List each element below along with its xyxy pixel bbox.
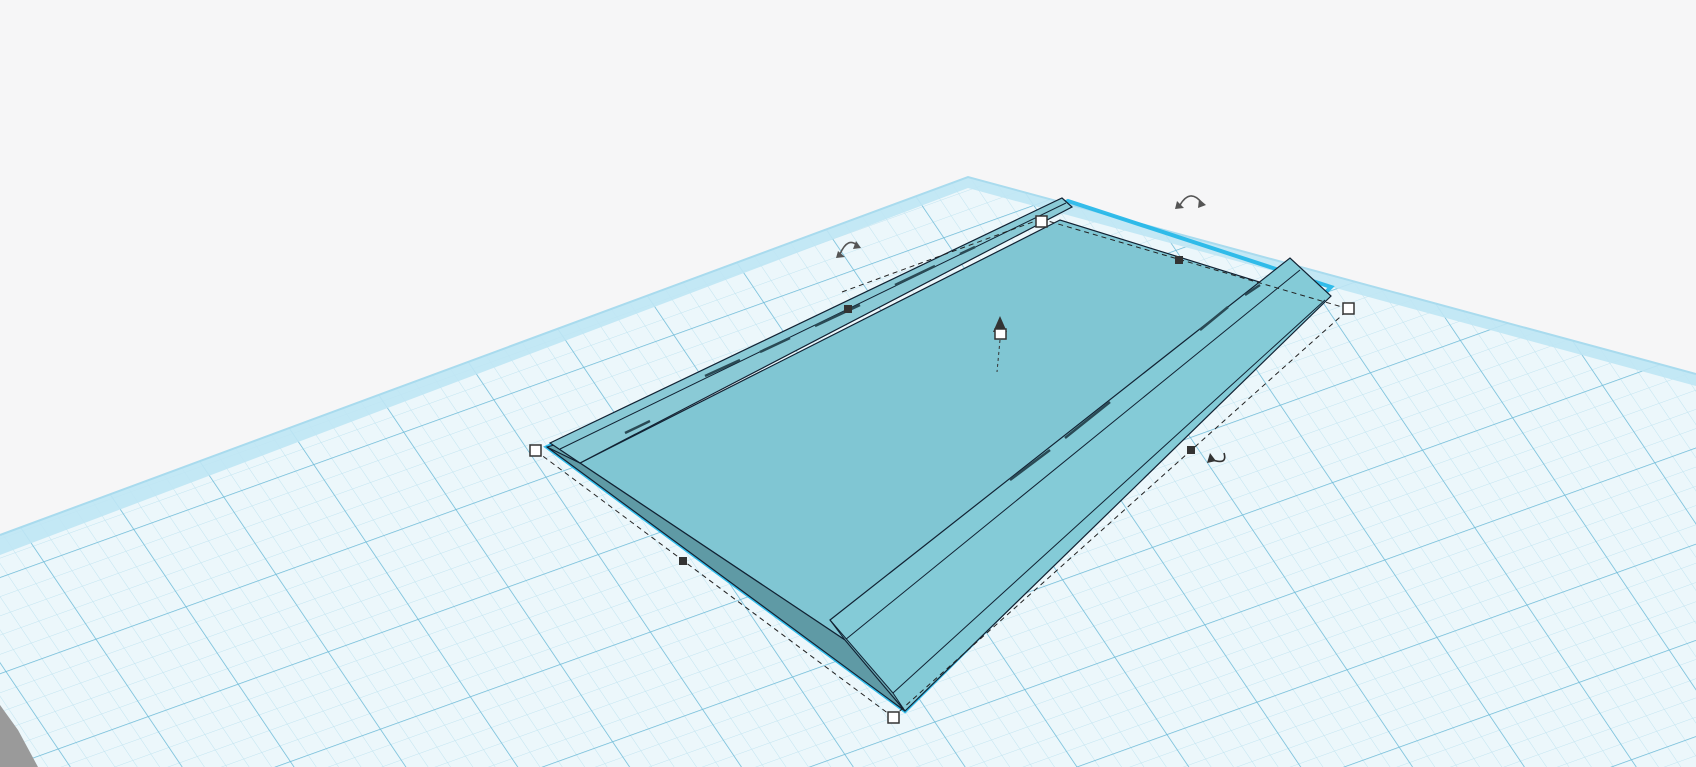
edge-handle-bottom[interactable] [679, 557, 687, 565]
3d-canvas[interactable] [0, 0, 1696, 767]
corner-handle-left[interactable] [529, 444, 542, 457]
rotate-arrow-icon[interactable] [1175, 195, 1206, 209]
corner-handle-bottom[interactable] [887, 711, 900, 724]
edge-handle-right[interactable] [1187, 446, 1195, 454]
corner-handle-top[interactable] [1035, 215, 1048, 228]
edge-handle-top[interactable] [1175, 256, 1183, 264]
edge-handle-left[interactable] [844, 305, 852, 313]
workspace-viewport[interactable] [0, 0, 1696, 767]
corner-handle-right[interactable] [1342, 302, 1355, 315]
